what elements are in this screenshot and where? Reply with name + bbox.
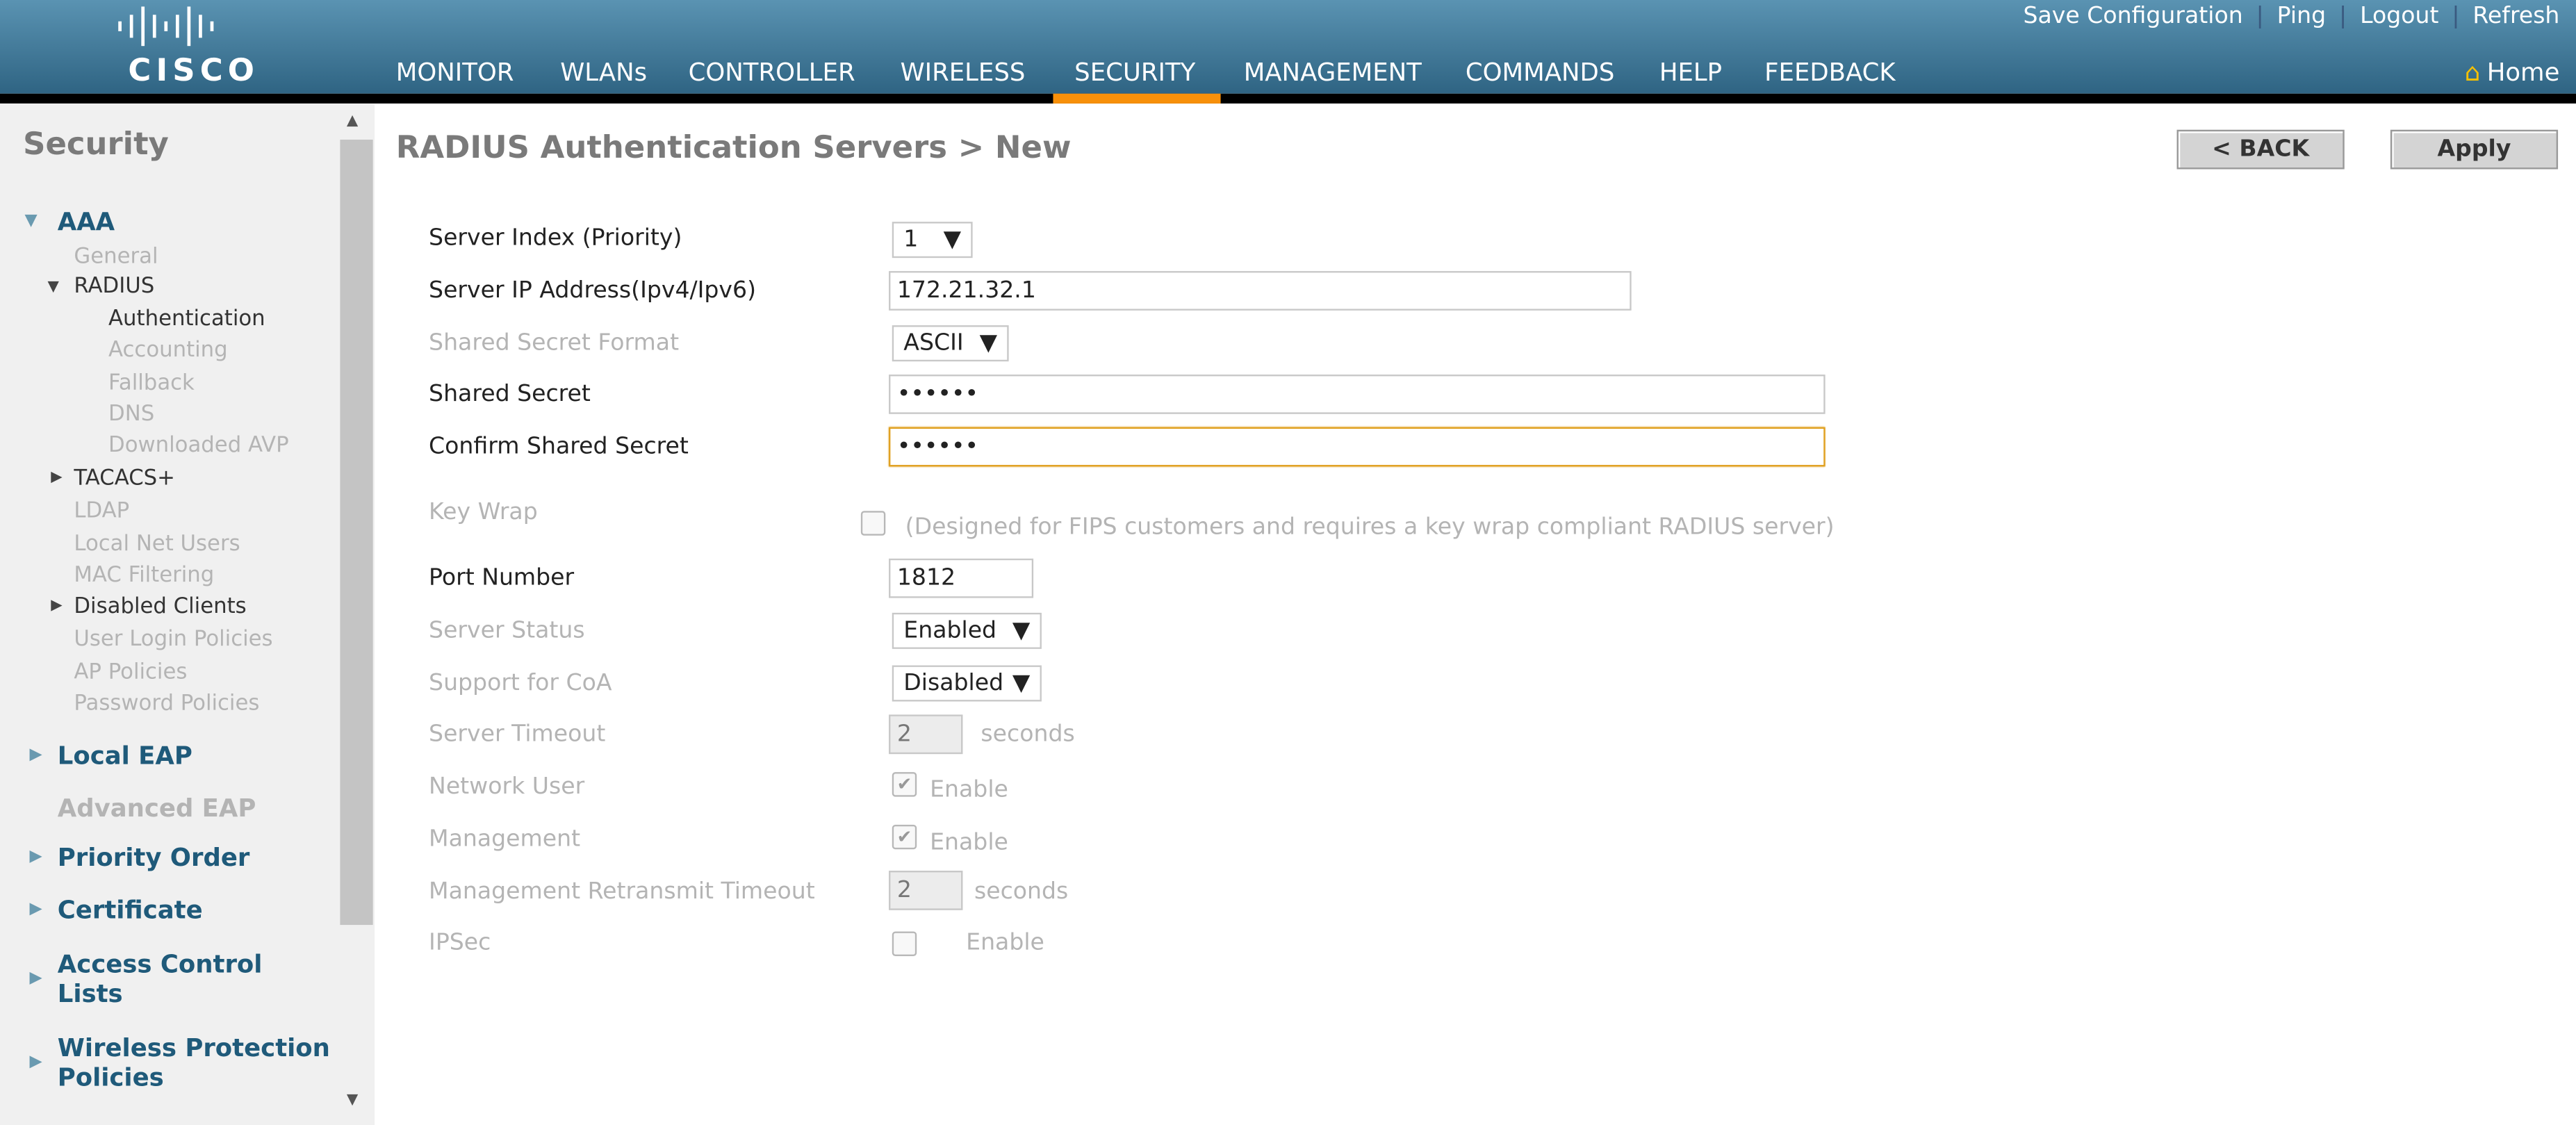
nav-security[interactable]: SECURITY [1074, 58, 1195, 88]
key-wrap-label: Key Wrap [429, 499, 538, 526]
ipsec-checkbox[interactable] [892, 931, 917, 956]
server-timeout-label: Server Timeout [429, 721, 606, 748]
shared-secret-format-label: Shared Secret Format [429, 330, 680, 357]
nav-management[interactable]: MANAGEMENT [1244, 58, 1422, 88]
back-button[interactable]: < BACK [2176, 129, 2345, 170]
expanded-icon: ▼ [24, 211, 38, 230]
sidebar-item-local-net-users[interactable]: Local Net Users [74, 532, 240, 557]
ipsec-label: IPSec [429, 930, 491, 956]
nav-monitor[interactable]: MONITOR [396, 58, 514, 88]
home-link[interactable]: ⌂ Home [2465, 58, 2560, 88]
scroll-up-icon[interactable]: ▲ [347, 113, 358, 130]
ping-link[interactable]: Ping [2277, 3, 2326, 30]
sidebar-item-aaa[interactable]: AAA [58, 207, 115, 237]
collapsed-icon: ▶ [29, 900, 42, 919]
shared-secret-input[interactable]: •••••• [889, 375, 1826, 414]
apply-button[interactable]: Apply [2390, 129, 2559, 170]
network-user-enable-label: Enable [930, 777, 1008, 804]
management-enable-label: Enable [930, 829, 1008, 856]
cisco-logo: CISCO [115, 6, 263, 89]
collapsed-icon: ▶ [51, 598, 63, 615]
server-status-label: Server Status [429, 617, 585, 644]
separator: | [2256, 3, 2264, 30]
sidebar-item-disabled-clients[interactable]: Disabled Clients [74, 595, 246, 619]
collapsed-icon: ▶ [51, 470, 63, 486]
sidebar-title: Security [23, 126, 169, 163]
collapsed-icon: ▶ [29, 1053, 42, 1071]
separator: | [2339, 3, 2347, 30]
sidebar-item-user-login-policies[interactable]: User Login Policies [74, 627, 272, 652]
network-user-checkbox[interactable]: ✔ [892, 772, 917, 797]
server-timeout-input[interactable]: 2 [889, 714, 963, 755]
header-divider [0, 93, 2576, 104]
key-wrap-note: (Designed for FIPS customers and require… [905, 514, 1835, 541]
save-configuration-link[interactable]: Save Configuration [2023, 3, 2242, 30]
seconds-label: seconds [981, 721, 1075, 748]
sidebar-item-dns[interactable]: DNS [108, 402, 154, 427]
separator: | [2452, 3, 2460, 30]
support-coa-select[interactable]: Disabled ▼ [892, 665, 1042, 702]
nav-commands[interactable]: COMMANDS [1466, 58, 1614, 88]
server-index-select[interactable]: 1 ▼ [892, 222, 973, 258]
expanded-icon: ▼ [47, 279, 59, 296]
seconds-label: seconds [974, 878, 1069, 905]
sidebar-item-local-eap[interactable]: Local EAP [58, 741, 192, 771]
confirm-shared-secret-input[interactable]: •••••• [889, 427, 1826, 467]
sidebar-item-access-control-lists[interactable]: Access Control Lists [58, 950, 304, 1009]
logout-link[interactable]: Logout [2360, 3, 2438, 30]
sidebar-item-ldap[interactable]: LDAP [74, 500, 129, 524]
port-number-label: Port Number [429, 565, 575, 592]
nav-wlans[interactable]: WLANs [560, 58, 647, 88]
sidebar-item-advanced-eap[interactable]: Advanced EAP [58, 794, 256, 823]
sidebar-item-mac-filtering[interactable]: MAC Filtering [74, 564, 214, 588]
sidebar-item-priority-order[interactable]: Priority Order [58, 843, 250, 873]
confirm-shared-secret-label: Confirm Shared Secret [429, 434, 689, 460]
sidebar-item-authentication[interactable]: Authentication [108, 307, 265, 331]
management-retransmit-timeout-input[interactable]: 2 [889, 871, 963, 910]
sidebar-item-accounting[interactable]: Accounting [108, 338, 228, 363]
sidebar-item-general[interactable]: General [74, 245, 158, 269]
network-user-label: Network User [429, 773, 585, 800]
shared-secret-label: Shared Secret [429, 381, 591, 408]
support-coa-label: Support for CoA [429, 670, 612, 697]
refresh-link[interactable]: Refresh [2472, 3, 2559, 30]
server-ip-input[interactable]: 172.21.32.1 [889, 271, 1632, 311]
management-retransmit-timeout-label: Management Retransmit Timeout [429, 878, 815, 905]
sidebar-scrollbar[interactable] [340, 139, 373, 926]
management-checkbox[interactable]: ✔ [892, 824, 917, 850]
dropdown-arrow-icon: ▼ [1012, 617, 1031, 644]
collapsed-icon: ▶ [29, 969, 42, 987]
server-status-select[interactable]: Enabled ▼ [892, 612, 1042, 649]
sidebar-item-downloaded-avp[interactable]: Downloaded AVP [108, 434, 289, 458]
nav-feedback[interactable]: FEEDBACK [1764, 58, 1896, 88]
scroll-down-icon[interactable]: ▼ [347, 1092, 358, 1109]
nav-help[interactable]: HELP [1659, 58, 1722, 88]
sidebar-item-tacacs[interactable]: TACACS+ [74, 466, 175, 491]
server-ip-label: Server IP Address(Ipv4/Ipv6) [429, 277, 757, 304]
sidebar-item-wireless-protection-policies[interactable]: Wireless Protection Policies [58, 1033, 345, 1092]
server-index-label: Server Index (Priority) [429, 224, 682, 252]
dropdown-arrow-icon: ▼ [1012, 670, 1031, 697]
page-title: RADIUS Authentication Servers > New [395, 129, 1072, 166]
shared-secret-format-select[interactable]: ASCII ▼ [892, 325, 1009, 362]
nav-controller[interactable]: CONTROLLER [689, 58, 855, 88]
dropdown-arrow-icon: ▼ [979, 330, 998, 357]
sidebar-item-certificate[interactable]: Certificate [58, 895, 203, 925]
nav-wireless[interactable]: WIRELESS [901, 58, 1026, 88]
sidebar-item-ap-policies[interactable]: AP Policies [74, 660, 187, 684]
dropdown-arrow-icon: ▼ [943, 227, 962, 254]
collapsed-icon: ▶ [29, 746, 42, 764]
key-wrap-checkbox[interactable] [860, 511, 886, 536]
active-tab-indicator [1053, 93, 1221, 104]
collapsed-icon: ▶ [29, 847, 42, 866]
ipsec-enable-label: Enable [966, 930, 1044, 956]
management-label: Management [429, 826, 581, 853]
sidebar-item-radius[interactable]: RADIUS [74, 274, 154, 299]
port-number-input[interactable]: 1812 [889, 558, 1034, 598]
sidebar-item-password-policies[interactable]: Password Policies [74, 691, 259, 716]
sidebar-item-fallback[interactable]: Fallback [108, 371, 195, 395]
home-icon: ⌂ [2464, 57, 2481, 88]
